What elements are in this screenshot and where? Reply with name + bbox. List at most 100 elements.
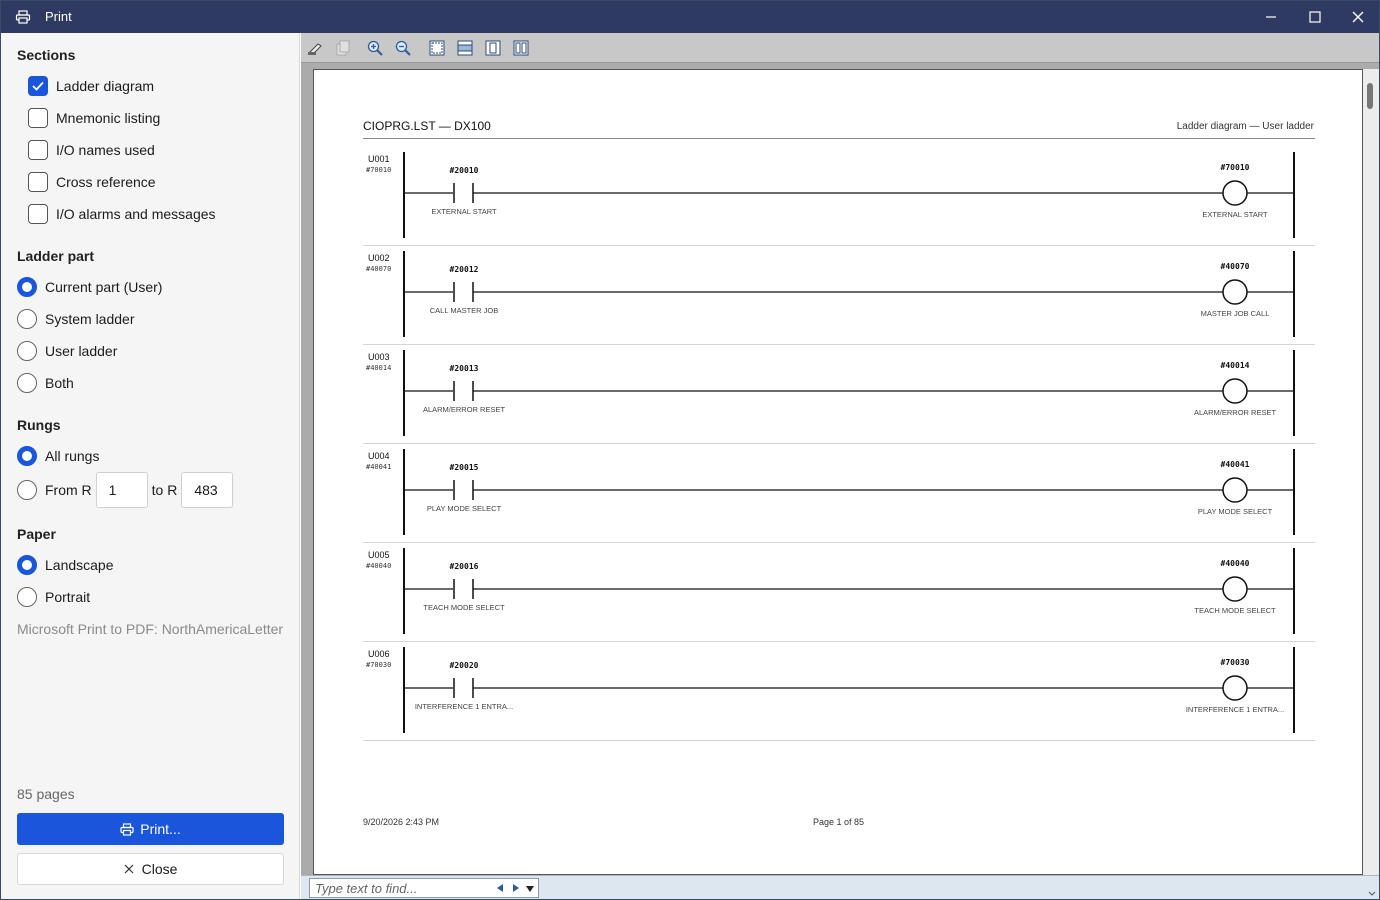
zoom-out-icon [395, 40, 411, 56]
radio-label: User ladder [45, 343, 118, 359]
section-cross-reference[interactable]: Cross reference [17, 170, 156, 194]
radio[interactable] [17, 341, 37, 361]
radio[interactable] [17, 587, 37, 607]
two-pages-button[interactable] [512, 39, 530, 57]
close-button-label: Close [141, 861, 178, 877]
close-window-button[interactable] [1336, 1, 1380, 33]
radio-label: All rungs [45, 448, 100, 464]
contact-name: INTERFERENCE 1 ENTRA... [414, 702, 514, 711]
output-coil [1222, 576, 1248, 602]
zoom-in-button[interactable] [366, 39, 384, 57]
rung-id: U004 [368, 451, 390, 461]
chevron-down-icon [526, 886, 534, 892]
contact-name: TEACH MODE SELECT [423, 603, 505, 612]
from-rung-input[interactable]: 1 [95, 472, 148, 508]
section-io-names-used[interactable]: I/O names used [17, 138, 155, 162]
ladder-part-system[interactable]: System ladder [17, 307, 134, 331]
checkbox[interactable] [28, 172, 48, 192]
output-address: #40070 [1220, 262, 1250, 271]
radio[interactable] [17, 446, 37, 466]
to-rung-input[interactable]: 483 [181, 472, 234, 508]
ladder-rung: U004 #40041 #20015 PLAY MODE SELECT #40041 PL… [363, 445, 1315, 543]
radio[interactable] [17, 309, 37, 329]
rungs-range[interactable]: From R 1 to R 483 [17, 472, 234, 508]
rung-diagram [403, 350, 1295, 436]
ladder-rung: U002 #40070 #20012 CALL MASTER JOB #40070 MAS… [363, 247, 1315, 345]
checkbox[interactable] [28, 108, 48, 128]
ladder-part-both[interactable]: Both [17, 371, 74, 395]
output-coil [1222, 675, 1248, 701]
print-tool-button[interactable] [306, 39, 324, 57]
section-io-alarms-messages[interactable]: I/O alarms and messages [17, 202, 216, 226]
printer-info: Microsoft Print to PDF: NorthAmericaLett… [17, 621, 284, 637]
print-options-panel: Sections Ladder diagram Mnemonic listing… [1, 33, 300, 899]
checkbox-label: I/O names used [56, 142, 155, 158]
maximize-button[interactable] [1293, 1, 1337, 33]
output-coil [1222, 279, 1248, 305]
radio[interactable] [17, 480, 37, 500]
output-name: PLAY MODE SELECT [1197, 507, 1273, 516]
paper-portrait[interactable]: Portrait [17, 585, 90, 609]
paper-landscape[interactable]: Landscape [17, 553, 114, 577]
minimize-icon [1266, 16, 1276, 18]
section-ladder-diagram[interactable]: Ladder diagram [17, 74, 154, 98]
checkbox-label: Mnemonic listing [56, 110, 161, 126]
print-button-label: Print... [140, 821, 181, 837]
output-address: #40040 [1220, 559, 1250, 568]
maximize-icon [1309, 11, 1321, 23]
rung-diagram [403, 647, 1295, 733]
checkbox-label: Cross reference [56, 174, 156, 190]
radio[interactable] [17, 555, 37, 575]
output-address: #40041 [1220, 460, 1250, 469]
title-bar: Print [1, 1, 1379, 33]
radio[interactable] [17, 373, 37, 393]
checkbox[interactable] [28, 76, 48, 96]
output-name: ALARM/ERROR RESET [1193, 408, 1277, 417]
footer-page-number: Page 1 of 85 [813, 817, 865, 827]
radio-label: Portrait [45, 589, 91, 605]
output-address: #70030 [1220, 658, 1250, 667]
output-coil [1222, 180, 1248, 206]
close-button[interactable]: Close [17, 853, 284, 885]
printer-icon [120, 822, 134, 836]
rung-address: #40014 [366, 364, 392, 372]
checkbox[interactable] [28, 204, 48, 224]
ladder-part-user[interactable]: User ladder [17, 339, 117, 363]
copy-tool-button[interactable] [334, 39, 352, 57]
find-text-input[interactable]: Type text to find... [309, 878, 539, 898]
rung-address: #70010 [366, 166, 392, 174]
sections-heading: Sections [17, 47, 76, 63]
rung-address: #70030 [366, 661, 392, 669]
footer-date: 9/20/2026 2:43 PM [363, 817, 440, 827]
contact-address: #20012 [449, 265, 479, 274]
paper-heading: Paper [17, 526, 56, 542]
zoom-out-button[interactable] [394, 39, 412, 57]
page-width-button[interactable] [456, 39, 474, 57]
checkbox[interactable] [28, 140, 48, 160]
rung-id: U003 [368, 352, 390, 362]
vertical-scrollbar[interactable] [1363, 69, 1379, 875]
find-previous-icon [497, 884, 503, 892]
page-count: 85 pages [17, 786, 75, 802]
ladder-rung: U003 #40014 #20013 ALARM/ERROR RESET #40014 A… [363, 346, 1315, 444]
whole-page-button[interactable] [428, 39, 446, 57]
contact-address: #20020 [449, 661, 479, 670]
output-coil [1222, 378, 1248, 404]
minimize-button[interactable] [1249, 1, 1293, 33]
section-mnemonic-listing[interactable]: Mnemonic listing [17, 106, 160, 130]
rung-address: #40041 [366, 463, 392, 471]
radio-label: System ladder [45, 311, 135, 327]
rung-diagram [403, 152, 1295, 238]
scrollbar-thumb[interactable] [1367, 83, 1373, 109]
zoom-in-icon [367, 40, 383, 56]
rungs-all[interactable]: All rungs [17, 444, 99, 468]
print-button[interactable]: Print... [17, 813, 284, 845]
single-page-button[interactable] [484, 39, 502, 57]
output-name: TEACH MODE SELECT [1194, 606, 1276, 615]
rungs-heading: Rungs [17, 417, 61, 433]
ladder-part-current[interactable]: Current part (User) [17, 275, 162, 299]
output-name: INTERFERENCE 1 ENTRA... [1185, 705, 1285, 714]
rung-diagram [403, 251, 1295, 337]
radio[interactable] [17, 277, 37, 297]
rung-address: #40040 [366, 562, 392, 570]
